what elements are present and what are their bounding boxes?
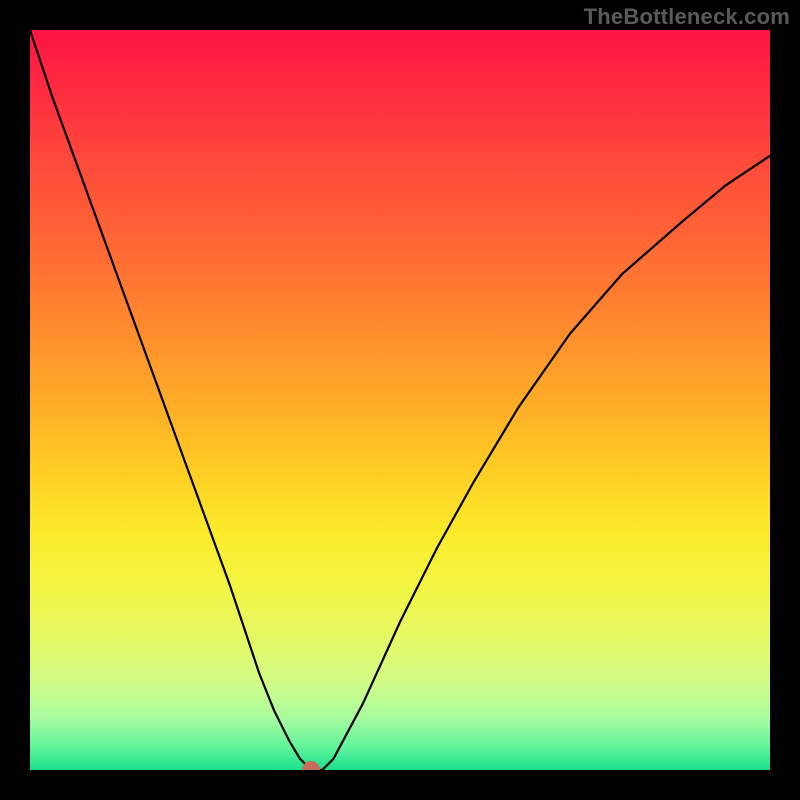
plot-area: [30, 30, 770, 770]
watermark-text: TheBottleneck.com: [584, 4, 790, 30]
bottleneck-curve: [30, 30, 770, 770]
chart-frame: TheBottleneck.com: [0, 0, 800, 800]
